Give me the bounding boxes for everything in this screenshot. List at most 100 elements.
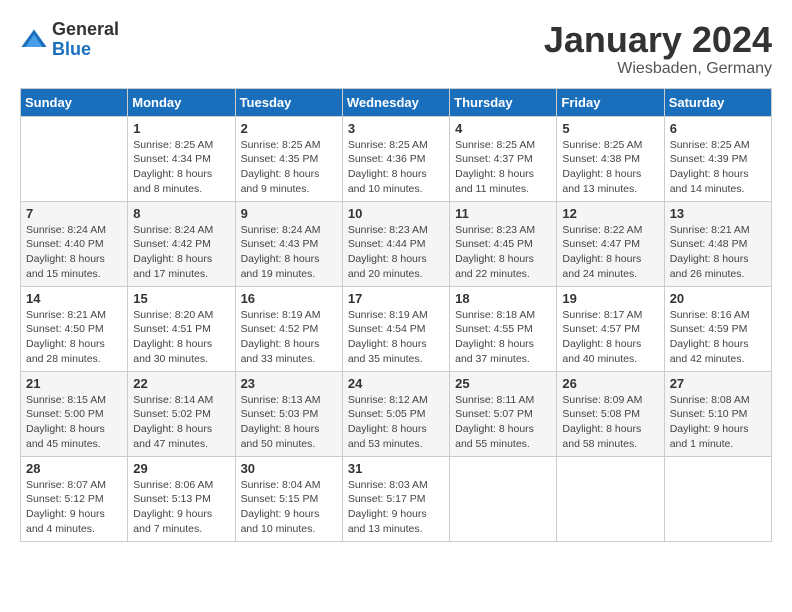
day-detail: Sunrise: 8:21 AM Sunset: 4:48 PM Dayligh…	[670, 223, 766, 282]
day-detail: Sunrise: 8:20 AM Sunset: 4:51 PM Dayligh…	[133, 308, 229, 367]
calendar-cell: 14 Sunrise: 8:21 AM Sunset: 4:50 PM Dayli…	[21, 286, 128, 371]
day-detail: Sunrise: 8:21 AM Sunset: 4:50 PM Dayligh…	[26, 308, 122, 367]
calendar-cell	[664, 456, 771, 541]
day-number: 18	[455, 291, 551, 306]
calendar-header-row: SundayMondayTuesdayWednesdayThursdayFrid…	[21, 88, 772, 116]
calendar-header-wednesday: Wednesday	[342, 88, 449, 116]
day-number: 15	[133, 291, 229, 306]
calendar-cell: 4 Sunrise: 8:25 AM Sunset: 4:37 PM Daylig…	[450, 116, 557, 201]
day-detail: Sunrise: 8:18 AM Sunset: 4:55 PM Dayligh…	[455, 308, 551, 367]
calendar-header-monday: Monday	[128, 88, 235, 116]
day-detail: Sunrise: 8:03 AM Sunset: 5:17 PM Dayligh…	[348, 478, 444, 537]
day-detail: Sunrise: 8:22 AM Sunset: 4:47 PM Dayligh…	[562, 223, 658, 282]
day-number: 4	[455, 121, 551, 136]
calendar-cell: 20 Sunrise: 8:16 AM Sunset: 4:59 PM Dayli…	[664, 286, 771, 371]
location: Wiesbaden, Germany	[544, 60, 772, 78]
calendar-cell: 5Sunrise: 8:25 AM Sunset: 4:38 PM Daylig…	[557, 116, 664, 201]
day-number: 30	[241, 461, 337, 476]
day-number: 25	[455, 376, 551, 391]
day-number: 17	[348, 291, 444, 306]
day-number: 29	[133, 461, 229, 476]
logo-text: General Blue	[52, 20, 119, 60]
day-number: 13	[670, 206, 766, 221]
day-number: 26	[562, 376, 658, 391]
calendar-cell: 23 Sunrise: 8:13 AM Sunset: 5:03 PM Dayli…	[235, 371, 342, 456]
calendar-cell: 16Sunrise: 8:19 AM Sunset: 4:52 PM Dayli…	[235, 286, 342, 371]
day-detail: Sunrise: 8:06 AM Sunset: 5:13 PM Dayligh…	[133, 478, 229, 537]
day-detail: Sunrise: 8:24 AM Sunset: 4:42 PM Dayligh…	[133, 223, 229, 282]
calendar-cell: 27 Sunrise: 8:08 AM Sunset: 5:10 PM Dayli…	[664, 371, 771, 456]
day-detail: Sunrise: 8:08 AM Sunset: 5:10 PM Dayligh…	[670, 393, 766, 452]
day-number: 14	[26, 291, 122, 306]
day-detail: Sunrise: 8:25 AM Sunset: 4:36 PM Dayligh…	[348, 138, 444, 197]
calendar-cell: 31 Sunrise: 8:03 AM Sunset: 5:17 PM Dayli…	[342, 456, 449, 541]
day-number: 11	[455, 206, 551, 221]
day-detail: Sunrise: 8:25 AM Sunset: 4:38 PM Dayligh…	[562, 138, 658, 197]
calendar-cell: 11 Sunrise: 8:23 AM Sunset: 4:45 PM Dayli…	[450, 201, 557, 286]
calendar-cell: 15 Sunrise: 8:20 AM Sunset: 4:51 PM Dayli…	[128, 286, 235, 371]
calendar-cell: 13 Sunrise: 8:21 AM Sunset: 4:48 PM Dayli…	[664, 201, 771, 286]
calendar-cell: 12 Sunrise: 8:22 AM Sunset: 4:47 PM Dayli…	[557, 201, 664, 286]
day-detail: Sunrise: 8:23 AM Sunset: 4:45 PM Dayligh…	[455, 223, 551, 282]
calendar-header-sunday: Sunday	[21, 88, 128, 116]
day-detail: Sunrise: 8:24 AM Sunset: 4:40 PM Dayligh…	[26, 223, 122, 282]
page-header: General Blue January 2024 Wiesbaden, Ger…	[20, 20, 772, 78]
day-number: 21	[26, 376, 122, 391]
calendar-cell	[557, 456, 664, 541]
calendar-cell: 8 Sunrise: 8:24 AM Sunset: 4:42 PM Daylig…	[128, 201, 235, 286]
day-detail: Sunrise: 8:11 AM Sunset: 5:07 PM Dayligh…	[455, 393, 551, 452]
calendar-cell: 30 Sunrise: 8:04 AM Sunset: 5:15 PM Dayli…	[235, 456, 342, 541]
day-detail: Sunrise: 8:25 AM Sunset: 4:37 PM Dayligh…	[455, 138, 551, 197]
day-number: 7	[26, 206, 122, 221]
calendar-cell: 2Sunrise: 8:25 AM Sunset: 4:35 PM Daylig…	[235, 116, 342, 201]
day-detail: Sunrise: 8:12 AM Sunset: 5:05 PM Dayligh…	[348, 393, 444, 452]
day-number: 22	[133, 376, 229, 391]
day-detail: Sunrise: 8:13 AM Sunset: 5:03 PM Dayligh…	[241, 393, 337, 452]
day-number: 2	[241, 121, 337, 136]
calendar-header-friday: Friday	[557, 88, 664, 116]
calendar-cell: 24 Sunrise: 8:12 AM Sunset: 5:05 PM Dayli…	[342, 371, 449, 456]
day-detail: Sunrise: 8:14 AM Sunset: 5:02 PM Dayligh…	[133, 393, 229, 452]
calendar-cell	[21, 116, 128, 201]
calendar-cell: 10Sunrise: 8:23 AM Sunset: 4:44 PM Dayli…	[342, 201, 449, 286]
day-number: 8	[133, 206, 229, 221]
day-detail: Sunrise: 8:19 AM Sunset: 4:52 PM Dayligh…	[241, 308, 337, 367]
logo-blue: Blue	[52, 40, 119, 60]
day-detail: Sunrise: 8:24 AM Sunset: 4:43 PM Dayligh…	[241, 223, 337, 282]
logo: General Blue	[20, 20, 119, 60]
calendar-table: SundayMondayTuesdayWednesdayThursdayFrid…	[20, 88, 772, 542]
calendar-cell: 26 Sunrise: 8:09 AM Sunset: 5:08 PM Dayli…	[557, 371, 664, 456]
day-number: 27	[670, 376, 766, 391]
day-number: 24	[348, 376, 444, 391]
day-number: 23	[241, 376, 337, 391]
day-detail: Sunrise: 8:17 AM Sunset: 4:57 PM Dayligh…	[562, 308, 658, 367]
day-detail: Sunrise: 8:25 AM Sunset: 4:34 PM Dayligh…	[133, 138, 229, 197]
calendar-week-row: 28Sunrise: 8:07 AM Sunset: 5:12 PM Dayli…	[21, 456, 772, 541]
calendar-cell: 21 Sunrise: 8:15 AM Sunset: 5:00 PM Dayli…	[21, 371, 128, 456]
calendar-cell: 19Sunrise: 8:17 AM Sunset: 4:57 PM Dayli…	[557, 286, 664, 371]
logo-icon	[20, 26, 48, 54]
calendar-cell: 22 Sunrise: 8:14 AM Sunset: 5:02 PM Dayli…	[128, 371, 235, 456]
calendar-cell: 7 Sunrise: 8:24 AM Sunset: 4:40 PM Daylig…	[21, 201, 128, 286]
title-section: January 2024 Wiesbaden, Germany	[544, 20, 772, 78]
calendar-cell: 1Sunrise: 8:25 AM Sunset: 4:34 PM Daylig…	[128, 116, 235, 201]
day-detail: Sunrise: 8:16 AM Sunset: 4:59 PM Dayligh…	[670, 308, 766, 367]
day-number: 28	[26, 461, 122, 476]
day-number: 6	[670, 121, 766, 136]
day-number: 20	[670, 291, 766, 306]
calendar-cell: 28Sunrise: 8:07 AM Sunset: 5:12 PM Dayli…	[21, 456, 128, 541]
calendar-week-row: 1Sunrise: 8:25 AM Sunset: 4:34 PM Daylig…	[21, 116, 772, 201]
day-detail: Sunrise: 8:09 AM Sunset: 5:08 PM Dayligh…	[562, 393, 658, 452]
day-detail: Sunrise: 8:15 AM Sunset: 5:00 PM Dayligh…	[26, 393, 122, 452]
day-number: 31	[348, 461, 444, 476]
day-detail: Sunrise: 8:04 AM Sunset: 5:15 PM Dayligh…	[241, 478, 337, 537]
day-detail: Sunrise: 8:25 AM Sunset: 4:39 PM Dayligh…	[670, 138, 766, 197]
day-number: 12	[562, 206, 658, 221]
calendar-week-row: 21 Sunrise: 8:15 AM Sunset: 5:00 PM Dayli…	[21, 371, 772, 456]
day-detail: Sunrise: 8:19 AM Sunset: 4:54 PM Dayligh…	[348, 308, 444, 367]
calendar-header-saturday: Saturday	[664, 88, 771, 116]
calendar-cell: 9Sunrise: 8:24 AM Sunset: 4:43 PM Daylig…	[235, 201, 342, 286]
calendar-cell: 3Sunrise: 8:25 AM Sunset: 4:36 PM Daylig…	[342, 116, 449, 201]
calendar-cell: 25 Sunrise: 8:11 AM Sunset: 5:07 PM Dayli…	[450, 371, 557, 456]
logo-general: General	[52, 20, 119, 40]
